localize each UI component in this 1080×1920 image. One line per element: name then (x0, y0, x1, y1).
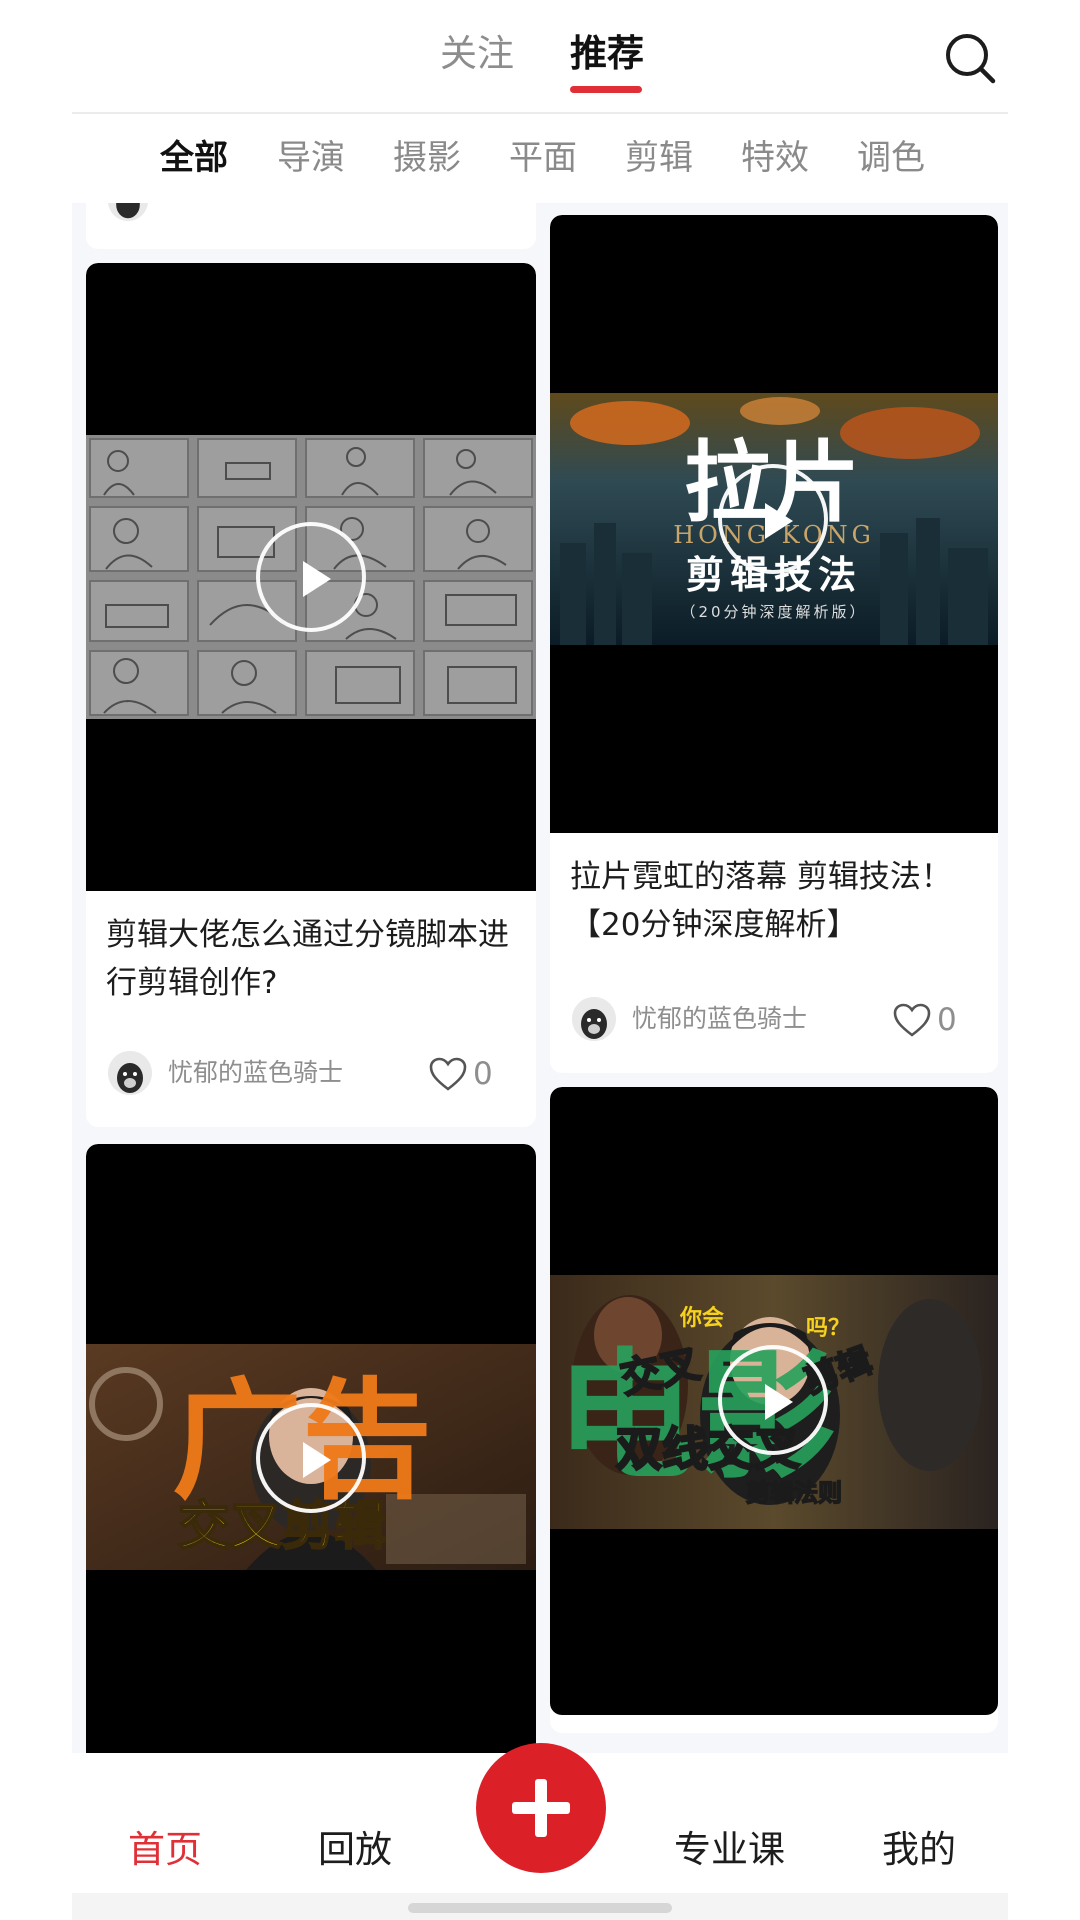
cover-main-text: 交叉剪辑 (178, 1497, 386, 1557)
category-photography[interactable]: 摄影 (393, 134, 461, 182)
top-divider (72, 112, 1008, 114)
cover-question-text: 吗？ (806, 1316, 850, 1341)
play-icon[interactable] (718, 464, 828, 574)
cover-small-text: 剪辑法则 (746, 1479, 842, 1507)
video-thumbnail[interactable] (86, 263, 536, 891)
category-all[interactable]: 全部 (160, 134, 228, 182)
search-icon (946, 34, 996, 84)
avatar-dog-icon (108, 1051, 152, 1095)
like-count: 0 (937, 1002, 957, 1038)
category-graphic[interactable]: 平面 (509, 134, 577, 182)
avatar[interactable] (108, 1051, 152, 1095)
heart-icon[interactable] (892, 1002, 932, 1038)
feed-card[interactable]: 拉片 HONG KONG 剪辑技法 （20分钟深度解析版） 拉片霓虹的落幕 剪辑… (550, 215, 998, 1073)
video-thumbnail[interactable]: 拉片 HONG KONG 剪辑技法 （20分钟深度解析版） (550, 215, 998, 833)
nav-mine[interactable]: 我的 (882, 1825, 956, 1875)
play-icon[interactable] (256, 522, 366, 632)
tab-recommend[interactable]: 推荐 (570, 30, 644, 78)
home-indicator-bar[interactable] (408, 1903, 672, 1913)
nav-replay[interactable]: 回放 (318, 1825, 392, 1875)
add-button[interactable] (476, 1743, 606, 1873)
card-title[interactable]: 拉片霓虹的落幕 剪辑技法！【20分钟深度解析】 (570, 853, 978, 949)
feed-card[interactable]: 电影 你会 吗？ 交叉 剪辑 双线交叉 剪辑法则 (550, 1087, 998, 1733)
avatar-dog-icon (572, 997, 616, 1041)
feed-card-previous[interactable] (86, 203, 536, 249)
cover-ask-text: 你会 (679, 1305, 724, 1331)
card-title[interactable]: 剪辑大佬怎么通过分镜脚本进行剪辑创作? (106, 911, 516, 1007)
feed-card[interactable]: 剪辑大佬怎么通过分镜脚本进行剪辑创作? 忧郁的蓝色骑士 0 (86, 263, 536, 1127)
cover-small-text: （20分钟深度解析版） (680, 603, 867, 621)
feed-card[interactable]: 广告 交叉剪辑 (86, 1144, 536, 1753)
nav-home[interactable]: 首页 (128, 1825, 202, 1875)
category-color-grading[interactable]: 调色 (857, 134, 925, 182)
home-indicator (72, 1893, 1008, 1920)
search-button[interactable] (944, 32, 996, 84)
play-icon[interactable] (718, 1345, 828, 1455)
video-thumbnail[interactable]: 电影 你会 吗？ 交叉 剪辑 双线交叉 剪辑法则 (550, 1087, 998, 1715)
top-tab-bar: 关注 推荐 (0, 0, 1080, 113)
video-feed[interactable]: 剪辑大佬怎么通过分镜脚本进行剪辑创作? 忧郁的蓝色骑士 0 拉片 HONG KO… (72, 203, 1008, 1753)
category-editing[interactable]: 剪辑 (625, 134, 693, 182)
video-thumbnail[interactable]: 广告 交叉剪辑 (86, 1144, 536, 1753)
app-screen: 关注 推荐 全部 导演 摄影 平面 剪辑 特效 调色 剪辑大佬怎么通过分镜脚本进… (0, 0, 1080, 1920)
play-icon[interactable] (256, 1403, 366, 1513)
active-tab-indicator (570, 86, 642, 93)
avatar-dog-icon (108, 203, 148, 221)
author-name[interactable]: 忧郁的蓝色骑士 (632, 1002, 807, 1036)
category-vfx[interactable]: 特效 (741, 134, 809, 182)
avatar[interactable] (572, 997, 616, 1041)
avatar[interactable] (108, 203, 148, 221)
category-bar: 全部 导演 摄影 平面 剪辑 特效 调色 (0, 130, 1080, 190)
nav-pro-course[interactable]: 专业课 (674, 1825, 785, 1875)
like-count: 0 (473, 1056, 493, 1092)
tab-follow[interactable]: 关注 (440, 30, 514, 78)
author-name[interactable]: 忧郁的蓝色骑士 (168, 1056, 343, 1090)
category-director[interactable]: 导演 (277, 134, 345, 182)
heart-icon[interactable] (428, 1056, 468, 1092)
